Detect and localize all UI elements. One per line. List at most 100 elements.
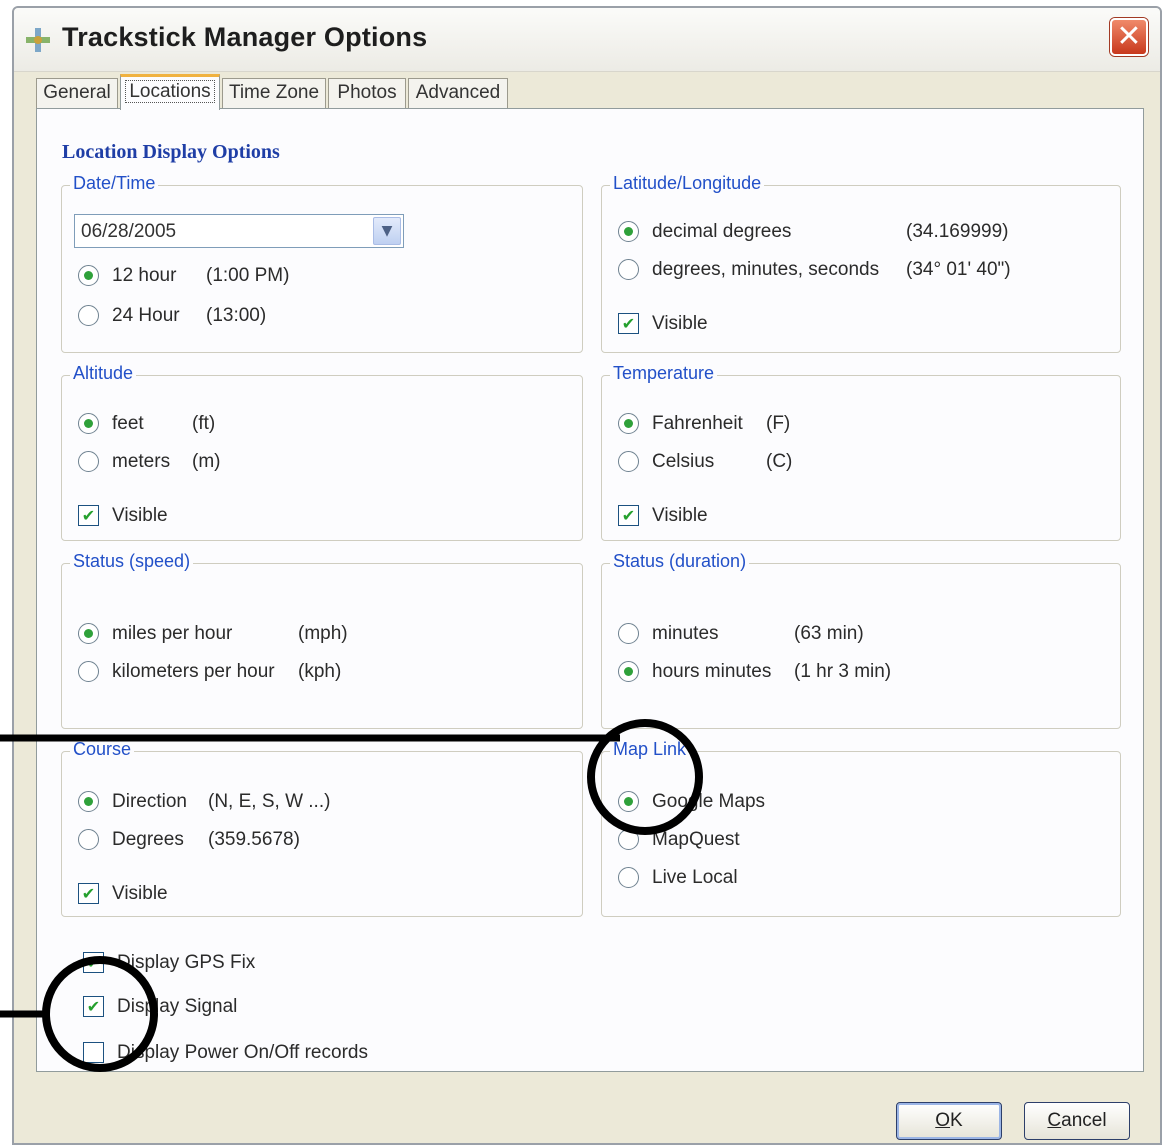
tab-photos[interactable]: Photos xyxy=(328,78,406,108)
option-label: Direction xyxy=(112,791,187,812)
group-title: Date/Time xyxy=(70,173,159,194)
date-format-select[interactable]: 06/28/2005 ▼ xyxy=(74,214,404,248)
option-label: feet xyxy=(112,413,144,434)
radio-indicator[interactable] xyxy=(618,221,639,242)
tab-locations[interactable]: Locations xyxy=(120,74,220,110)
radio-celsius[interactable]: Celsius (C) xyxy=(618,450,918,474)
option-label: degrees, minutes, seconds xyxy=(652,259,880,280)
option-label: decimal degrees xyxy=(652,221,792,242)
radio-indicator[interactable] xyxy=(78,265,99,286)
checkbox-label: Visible xyxy=(112,505,168,526)
tab-time-zone[interactable]: Time Zone xyxy=(222,78,326,108)
radio-indicator[interactable] xyxy=(78,791,99,812)
status-speed-group: Status (speed) miles per hour (mph) kilo… xyxy=(61,551,583,729)
checkbox-altitude-visible[interactable]: ✔ Visible xyxy=(78,504,278,528)
option-label: Celsius xyxy=(652,451,715,472)
option-example: (kph) xyxy=(298,661,342,682)
radio-indicator[interactable] xyxy=(618,259,639,280)
close-button[interactable]: ✕ xyxy=(1110,18,1148,56)
option-label: MapQuest xyxy=(652,829,740,850)
radio-indicator[interactable] xyxy=(78,305,99,326)
window-title: Trackstick Manager Options xyxy=(62,22,428,52)
option-label: minutes xyxy=(652,623,719,644)
check-icon[interactable]: ✔ xyxy=(83,996,104,1017)
group-title: Altitude xyxy=(70,363,137,384)
tab-advanced[interactable]: Advanced xyxy=(408,78,508,108)
ok-mnemonic: O xyxy=(935,1110,951,1131)
radio-indicator[interactable] xyxy=(78,661,99,682)
checkbox-label: Visible xyxy=(112,883,168,904)
radio-indicator[interactable] xyxy=(618,791,639,812)
radio-indicator[interactable] xyxy=(618,451,639,472)
radio-miles-per-hour[interactable]: miles per hour (mph) xyxy=(78,622,478,646)
check-icon[interactable]: ✔ xyxy=(618,505,639,526)
radio-degrees-minutes-seconds[interactable]: degrees, minutes, seconds (34° 01' 40") xyxy=(618,258,1108,282)
ok-button[interactable]: OK xyxy=(896,1102,1002,1140)
group-title: Course xyxy=(70,739,135,760)
radio-live-local[interactable]: Live Local xyxy=(618,866,918,890)
option-example: (ft) xyxy=(192,413,216,434)
radio-mapquest[interactable]: MapQuest xyxy=(618,828,918,852)
radio-hours-minutes[interactable]: hours minutes (1 hr 3 min) xyxy=(618,660,1018,684)
check-icon[interactable]: ✔ xyxy=(83,952,104,973)
radio-12-hour[interactable]: 12 hour (1:00 PM) xyxy=(78,264,478,288)
group-title: Latitude/Longitude xyxy=(610,173,765,194)
radio-degrees[interactable]: Degrees (359.5678) xyxy=(78,828,478,852)
checkbox-display-gps-fix[interactable]: ✔ Display GPS Fix xyxy=(83,951,483,975)
radio-minutes[interactable]: minutes (63 min) xyxy=(618,622,1018,646)
group-title: Temperature xyxy=(610,363,718,384)
course-group: Course Direction (N, E, S, W ...) Degree… xyxy=(61,739,583,917)
cancel-button[interactable]: Cancel xyxy=(1024,1102,1130,1140)
radio-fahrenheit[interactable]: Fahrenheit (F) xyxy=(618,412,918,436)
radio-indicator[interactable] xyxy=(618,829,639,850)
date-format-value: 06/28/2005 xyxy=(81,221,177,242)
radio-24-hour[interactable]: 24 Hour (13:00) xyxy=(78,304,478,328)
option-label: Degrees xyxy=(112,829,184,850)
option-label: 24 Hour xyxy=(112,305,180,326)
option-label: meters xyxy=(112,451,171,472)
option-label: kilometers per hour xyxy=(112,661,275,682)
group-title: Map Link xyxy=(610,739,690,760)
tab-general[interactable]: General xyxy=(36,78,118,108)
radio-indicator[interactable] xyxy=(78,829,99,850)
close-icon: ✕ xyxy=(1116,19,1142,54)
radio-indicator[interactable] xyxy=(78,413,99,434)
checkbox-course-visible[interactable]: ✔ Visible xyxy=(78,882,278,906)
radio-direction[interactable]: Direction (N, E, S, W ...) xyxy=(78,790,478,814)
radio-indicator[interactable] xyxy=(618,867,639,888)
option-example: (1 hr 3 min) xyxy=(794,661,892,682)
checkbox-label: Visible xyxy=(652,505,708,526)
option-example: (C) xyxy=(766,451,793,472)
radio-indicator[interactable] xyxy=(78,451,99,472)
checkbox-display-signal[interactable]: ✔ Display Signal xyxy=(83,995,483,1019)
title-bar[interactable]: Trackstick Manager Options ✕ xyxy=(14,8,1160,72)
check-icon[interactable]: ✔ xyxy=(78,505,99,526)
option-label: Google Maps xyxy=(652,791,766,812)
group-title: Status (speed) xyxy=(70,551,194,572)
checkbox-display-power-records[interactable]: Display Power On/Off records xyxy=(83,1041,483,1065)
radio-indicator[interactable] xyxy=(618,623,639,644)
option-example: (1:00 PM) xyxy=(206,265,290,286)
option-label: Fahrenheit xyxy=(652,413,743,434)
option-example: (m) xyxy=(192,451,221,472)
option-example: (359.5678) xyxy=(208,829,300,850)
check-icon[interactable]: ✔ xyxy=(618,313,639,334)
checkbox-latlong-visible[interactable]: ✔ Visible xyxy=(618,312,818,336)
radio-feet[interactable]: feet (ft) xyxy=(78,412,378,436)
option-label: 12 hour xyxy=(112,265,177,286)
radio-google-maps[interactable]: Google Maps xyxy=(618,790,918,814)
chevron-down-icon[interactable]: ▼ xyxy=(373,217,401,245)
radio-meters[interactable]: meters (m) xyxy=(78,450,378,474)
checkbox-empty[interactable] xyxy=(83,1042,104,1063)
map-link-group: Map Link Google Maps MapQuest Live Local xyxy=(601,739,1121,917)
altitude-group: Altitude feet (ft) meters (m) ✔ Visible xyxy=(61,363,583,541)
radio-indicator[interactable] xyxy=(618,661,639,682)
check-icon[interactable]: ✔ xyxy=(78,883,99,904)
checkbox-temperature-visible[interactable]: ✔ Visible xyxy=(618,504,818,528)
tab-locations-label: Locations xyxy=(125,80,215,103)
radio-indicator[interactable] xyxy=(618,413,639,434)
radio-indicator[interactable] xyxy=(78,623,99,644)
radio-decimal-degrees[interactable]: decimal degrees (34.169999) xyxy=(618,220,1108,244)
option-example: (N, E, S, W ...) xyxy=(208,791,331,812)
radio-kilometers-per-hour[interactable]: kilometers per hour (kph) xyxy=(78,660,478,684)
